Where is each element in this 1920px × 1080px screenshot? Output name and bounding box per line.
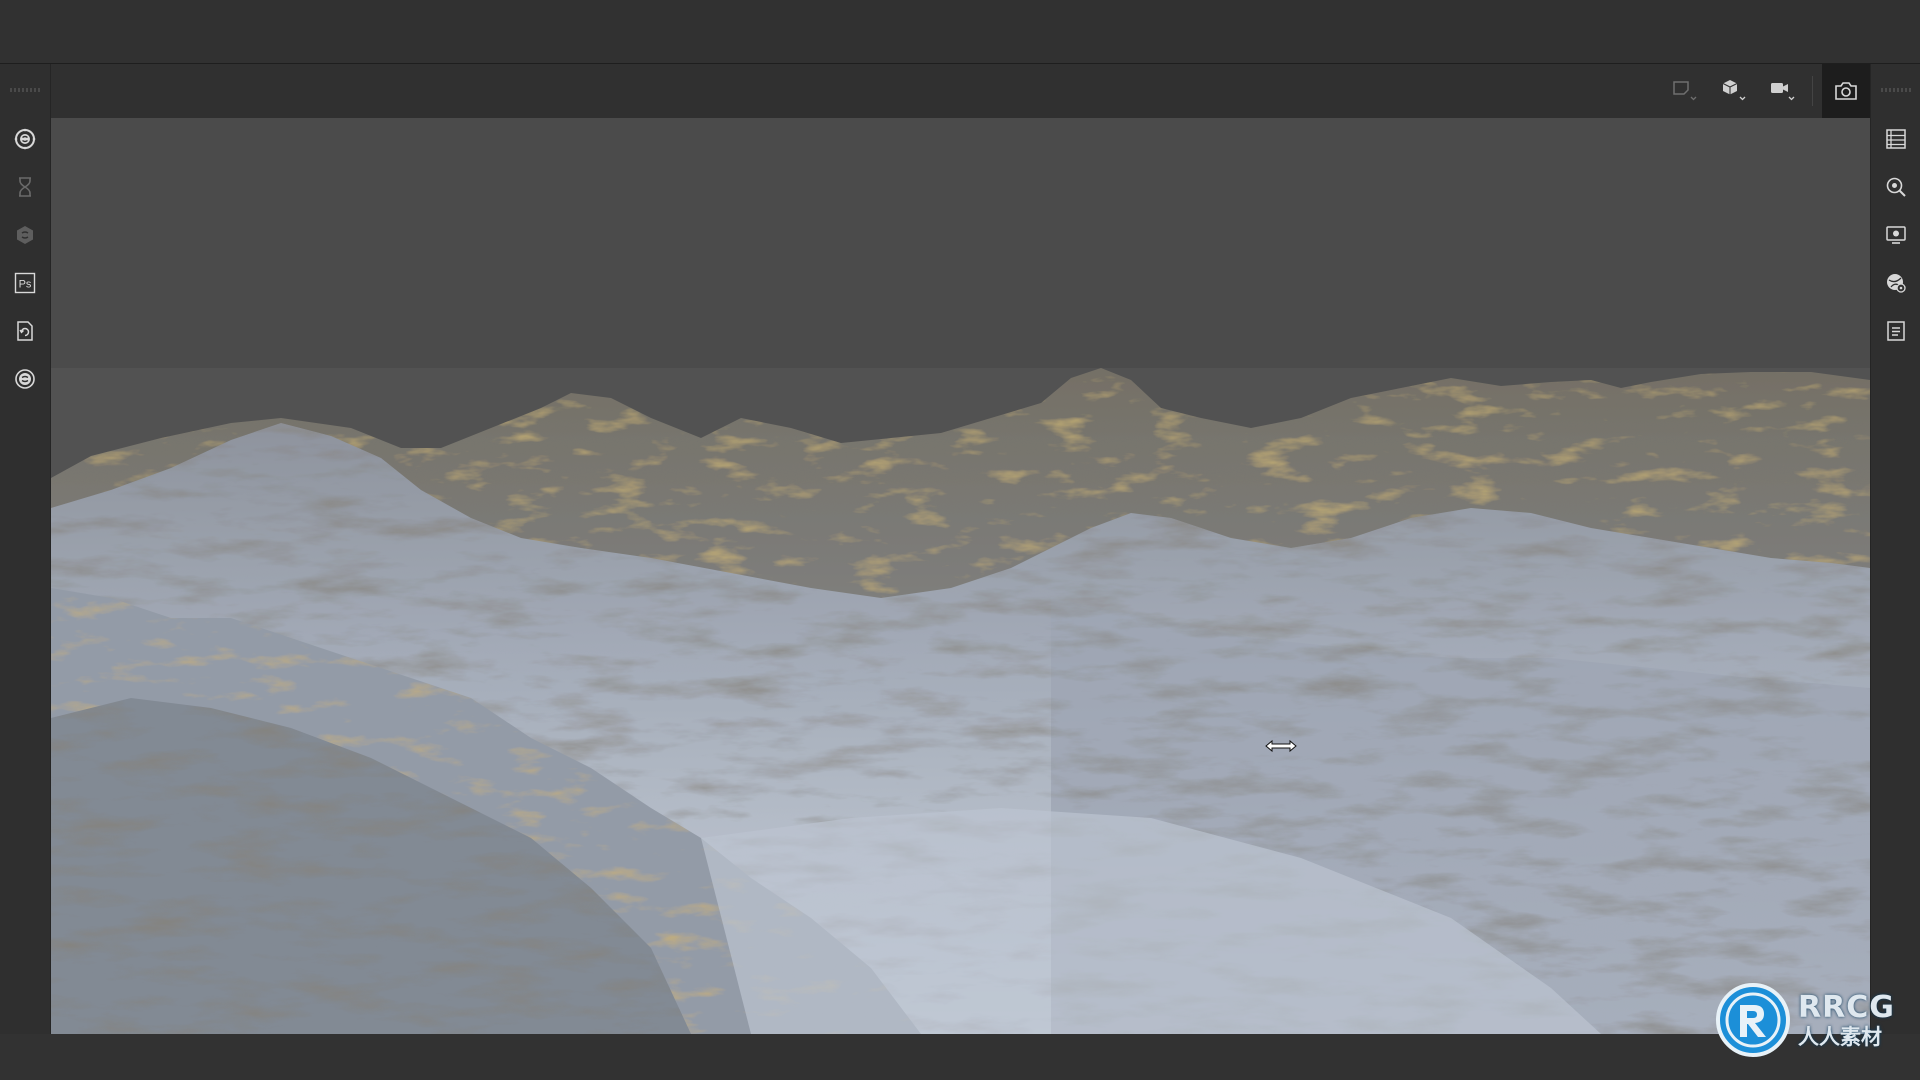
watermark-brand: RRCG — [1798, 989, 1895, 1025]
right-toolbar — [1870, 64, 1920, 1034]
list-panel-icon — [1886, 129, 1906, 149]
zoom-settings-icon — [1886, 177, 1906, 197]
photoshop-button[interactable]: Ps — [12, 270, 38, 296]
watermark: RRCG 人人素材 — [1714, 980, 1914, 1060]
terrain-render[interactable] — [51, 118, 1870, 1034]
snapshot-camera-icon — [1835, 82, 1857, 100]
substance-designer-icon — [14, 128, 36, 150]
notes-icon — [1887, 321, 1905, 341]
cube-view-dropdown[interactable] — [1714, 76, 1754, 106]
refresh-document-icon — [17, 321, 33, 341]
environment-settings-button[interactable] — [1883, 270, 1909, 296]
svg-text:Ps: Ps — [19, 279, 32, 291]
notes-button[interactable] — [1883, 318, 1909, 344]
environment-settings-icon — [1887, 274, 1906, 293]
photoshop-icon: Ps — [14, 272, 36, 294]
watermark-subtitle: 人人素材 — [1798, 1024, 1882, 1049]
list-panel-button[interactable] — [1883, 126, 1909, 152]
toolbar-grip[interactable] — [1881, 88, 1911, 92]
frame-display-dropdown[interactable] — [1665, 76, 1705, 106]
title-bar — [0, 0, 1920, 64]
display-settings-button[interactable] — [1883, 222, 1909, 248]
hourglass-button[interactable] — [12, 174, 38, 200]
left-toolbar: Ps — [0, 64, 51, 1034]
resize-cursor-icon — [1265, 739, 1297, 753]
camera-dropdown[interactable] — [1763, 76, 1803, 106]
substance-designer-button[interactable] — [12, 126, 38, 152]
display-settings-icon — [1886, 226, 1906, 244]
app-window: Ps RRCG 人人素材 — [0, 0, 1920, 1080]
substance-sampler-button[interactable] — [12, 366, 38, 392]
substance-painter-button[interactable] — [12, 222, 38, 248]
toolbar-grip[interactable] — [10, 88, 40, 92]
snapshot-button[interactable] — [1822, 64, 1870, 118]
camera-icon — [1771, 83, 1795, 101]
frame-display-icon — [1673, 81, 1697, 101]
substance-painter-icon — [17, 226, 33, 244]
rrcg-logo-icon — [1716, 983, 1790, 1057]
cube-view-icon — [1722, 80, 1746, 101]
substance-sampler-icon — [15, 369, 35, 389]
3d-viewport[interactable] — [51, 118, 1870, 1034]
viewport-toolbar — [51, 64, 1870, 118]
zoom-settings-button[interactable] — [1883, 174, 1909, 200]
toolbar-divider — [1812, 76, 1813, 106]
hourglass-icon — [19, 177, 31, 197]
refresh-document-button[interactable] — [12, 318, 38, 344]
